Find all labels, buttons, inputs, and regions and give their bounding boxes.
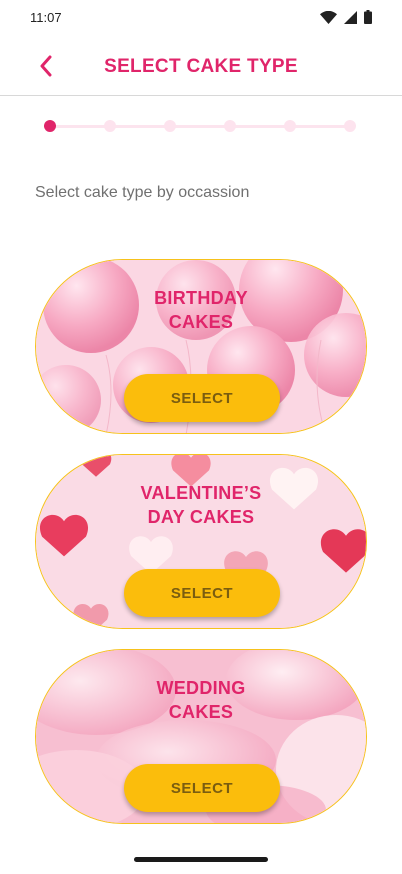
card-title-line1: VALENTINE’S — [140, 483, 262, 503]
status-icons — [320, 10, 372, 24]
status-time: 11:07 — [30, 9, 62, 25]
card-title-line2: DAY CAKES — [147, 507, 255, 527]
instruction-text: Select cake type by occassion — [35, 184, 250, 201]
status-bar: 11:07 — [0, 0, 402, 34]
page-title: SELECT CAKE TYPE — [104, 56, 298, 77]
step-dot-1 — [44, 120, 56, 132]
app-bar: SELECT CAKE TYPE — [0, 34, 402, 96]
wifi-icon — [320, 10, 337, 24]
select-wedding-button[interactable]: SELECT — [124, 764, 280, 812]
step-dot-5 — [284, 120, 296, 132]
stepper-track — [50, 125, 352, 128]
card-title-line1: BIRTHDAY — [154, 288, 248, 308]
card-title: WEDDING CAKES — [36, 676, 366, 724]
card-title-line2: CAKES — [168, 702, 234, 722]
valentines-cakes-card[interactable]: VALENTINE’S DAY CAKES SELECT — [35, 454, 367, 629]
birthday-cakes-card[interactable]: BIRTHDAY CAKES SELECT — [35, 259, 367, 434]
step-dot-6 — [344, 120, 356, 132]
step-dot-4 — [224, 120, 236, 132]
select-valentines-button[interactable]: SELECT — [124, 569, 280, 617]
home-indicator[interactable] — [134, 857, 268, 862]
step-dot-3 — [164, 120, 176, 132]
card-title: BIRTHDAY CAKES — [36, 286, 366, 334]
card-title: VALENTINE’S DAY CAKES — [36, 481, 366, 529]
wedding-cakes-card[interactable]: WEDDING CAKES SELECT — [35, 649, 367, 824]
step-dot-2 — [104, 120, 116, 132]
progress-stepper — [44, 118, 358, 134]
select-birthday-button[interactable]: SELECT — [124, 374, 280, 422]
card-title-line1: WEDDING — [156, 678, 246, 698]
signal-icon — [344, 10, 357, 24]
card-title-line2: CAKES — [168, 312, 234, 332]
battery-icon — [364, 10, 372, 24]
